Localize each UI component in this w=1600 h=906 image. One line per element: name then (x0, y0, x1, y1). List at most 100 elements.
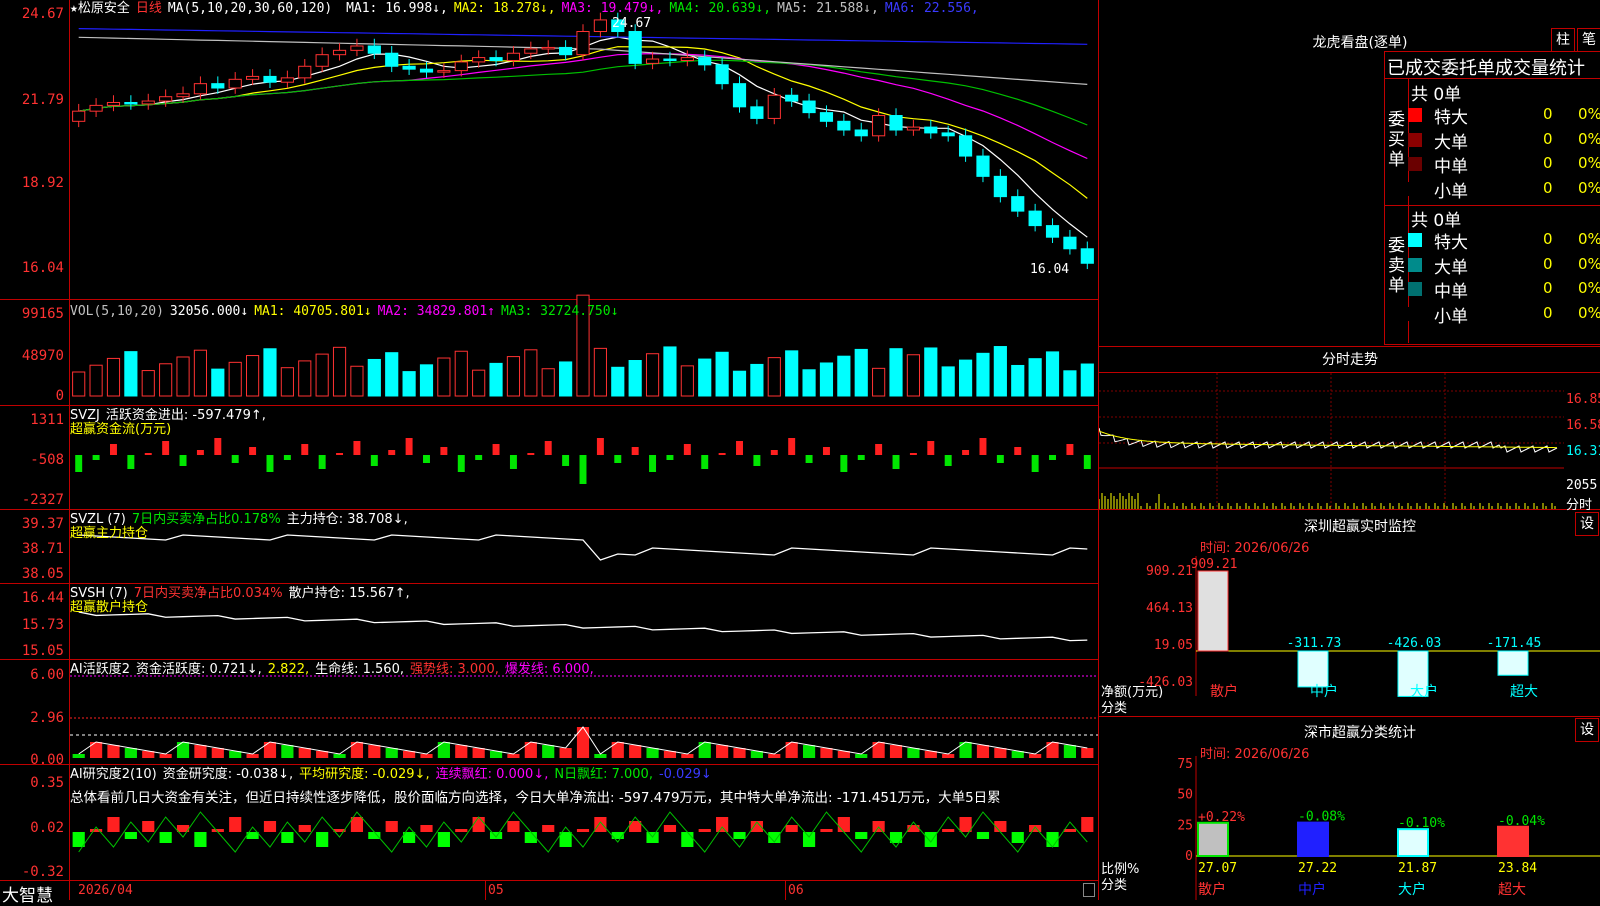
color-swatch (1408, 108, 1422, 122)
volume-bar (680, 365, 694, 397)
volume-bar (298, 360, 312, 397)
color-swatch (1408, 233, 1422, 247)
activity-bar (629, 745, 642, 758)
flow-bar (579, 455, 587, 484)
y-tick: 39.37 (21, 516, 64, 532)
research-bar (316, 832, 329, 847)
flow-bar (231, 455, 239, 463)
candle (1080, 248, 1094, 264)
lock-icon[interactable] (1083, 883, 1095, 897)
volume-bar (106, 357, 121, 397)
ma-value-5: MA5: 21.588↓, (777, 1, 879, 16)
candle (246, 75, 260, 80)
flow-bar (196, 450, 204, 455)
activity-bar (820, 748, 833, 758)
candle (767, 94, 781, 119)
research-bar (194, 832, 207, 847)
kline-chart-canvas[interactable] (70, 0, 1098, 880)
category-label: 散户 (1210, 683, 1238, 700)
buy-total: 共 0单 (1411, 85, 1462, 105)
volume-bar (802, 369, 816, 397)
flow-bar (405, 438, 413, 455)
research-bar (1046, 832, 1059, 847)
order-size-label: 特大 (1434, 233, 1468, 253)
volume-bar (246, 355, 260, 397)
candle (506, 52, 521, 61)
flow-bar (75, 455, 83, 472)
ai-active-v2: 2.822, (267, 662, 310, 677)
volume-bar (72, 371, 86, 397)
candle (124, 101, 138, 105)
volume-bar (263, 348, 277, 397)
y-tick: -508 (30, 452, 64, 468)
volume-bar (750, 363, 764, 397)
research-bar (142, 821, 155, 832)
candle (72, 110, 86, 122)
bar-view-button[interactable]: 柱 (1551, 28, 1575, 52)
flow-bar (214, 438, 222, 455)
volume-bar (1011, 364, 1025, 397)
activity-bar (472, 748, 485, 758)
candle (280, 77, 294, 83)
favorite-star-icon[interactable]: ★ (70, 1, 78, 16)
activity-bar (1081, 748, 1094, 758)
candle (854, 129, 868, 137)
flow-bar (840, 455, 848, 472)
candle (785, 94, 799, 102)
ratio-bar (1497, 825, 1529, 857)
flow-bar (683, 444, 691, 455)
order-count: 0 (1543, 279, 1553, 297)
vol-title: VOL(5,10,20) (70, 304, 164, 319)
volume-bar (645, 353, 660, 397)
research-bar (576, 829, 590, 832)
research-bar (455, 829, 468, 832)
ai-strong-line: 强势线: 3.000, (410, 662, 499, 677)
candle (385, 52, 399, 67)
flow-bar (475, 455, 483, 460)
period-label[interactable]: 日线 (136, 1, 162, 16)
ai-active-panel-title: AI活跃度2 资金活跃度: 0.721↓, 2.822, 生命线: 1.560, 强势线… (70, 662, 600, 677)
intraday-vol-tick: 2055 (1566, 478, 1598, 493)
x-tick: 05 (488, 883, 504, 898)
monitor-settings-button[interactable]: 设 (1575, 512, 1599, 536)
flow-bar (822, 447, 830, 455)
order-pct: 0% (1578, 230, 1600, 248)
activity-bar (1063, 745, 1077, 758)
flow-bar (875, 444, 883, 455)
candle (437, 70, 451, 73)
vol-panel-title: VOL(5,10,20) 32056.000↓ MA1: 40705.801↓ MA2… (70, 304, 624, 319)
y-tick: 6.00 (30, 667, 64, 683)
candle (106, 101, 121, 106)
intraday-chart[interactable] (1099, 373, 1564, 509)
net-amount-bar (1197, 570, 1229, 652)
candle (402, 65, 416, 70)
flow-bar (701, 455, 709, 469)
holding-line (78, 611, 1088, 642)
ma-value-3: MA3: 19.479↓, (561, 1, 664, 16)
flow-bar (109, 444, 117, 455)
activity-bar (368, 745, 381, 758)
candle (419, 68, 434, 73)
volume-bar (193, 349, 208, 397)
stats-settings-button[interactable]: 设 (1575, 718, 1599, 742)
svzj-value: 活跃资金进出: -597.479↑, (105, 408, 266, 423)
y-tick: 38.05 (21, 566, 64, 582)
pen-view-button[interactable]: 笔 (1577, 28, 1600, 52)
activity-bar (646, 748, 659, 758)
activity-bar (768, 754, 781, 758)
volume-bar (489, 362, 503, 397)
candle (802, 100, 816, 114)
research-bar (368, 832, 381, 839)
research-bar (959, 817, 972, 832)
research-bar (1063, 829, 1077, 832)
flow-bar (614, 455, 622, 463)
activity-bar (1029, 754, 1042, 758)
volume-bar (715, 351, 729, 397)
flow-bar (144, 453, 152, 455)
ai-research-comment: 总体看前几日大资金有关注，但近日持续性逐步降低，股价面临方向选择，今日大单净流出… (70, 790, 1001, 806)
research-bar (855, 832, 868, 839)
flow-bar (1049, 455, 1057, 460)
activity-bar (542, 745, 555, 758)
chart-area[interactable]: 24.67 21.79 18.92 16.04 99165 48970 0 13… (0, 0, 1099, 906)
volume-bar (159, 363, 173, 397)
